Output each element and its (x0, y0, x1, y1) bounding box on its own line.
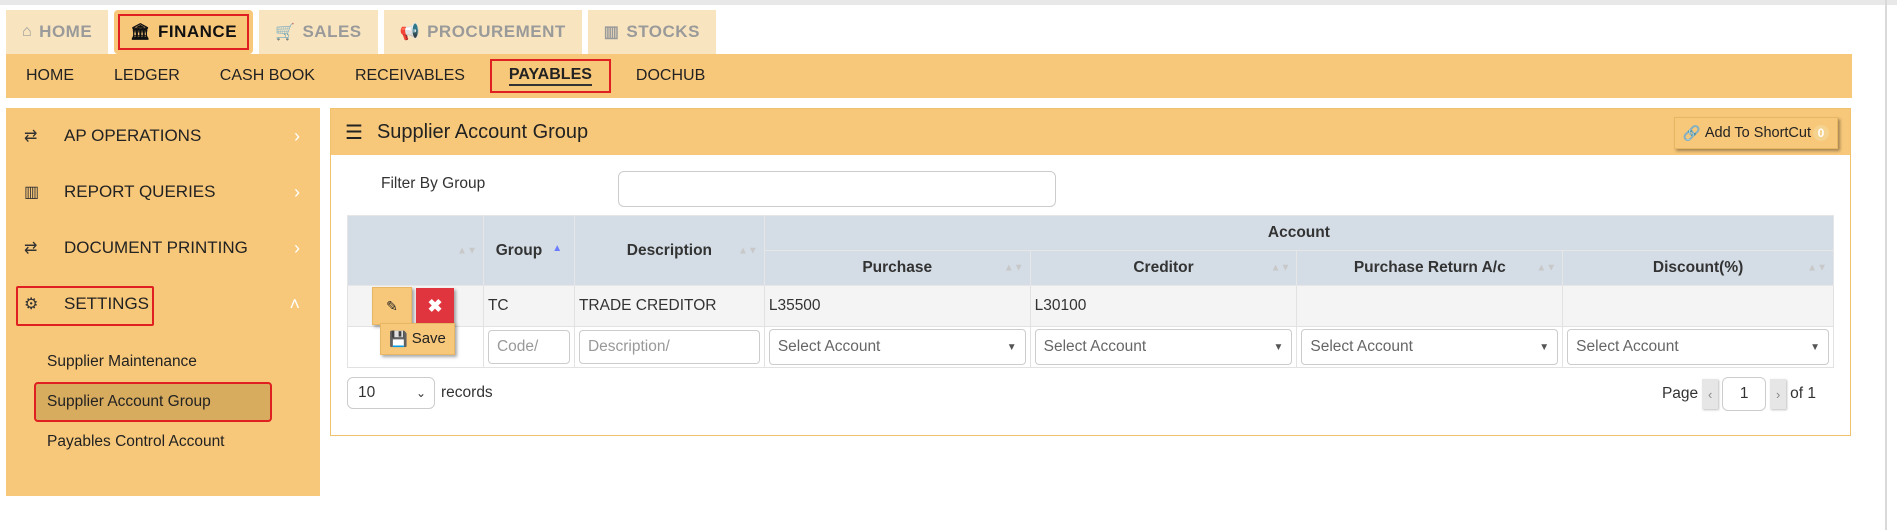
sort-icon: ▲▼ (1003, 262, 1024, 274)
bullhorn-icon: 📢 (399, 24, 421, 41)
actions-header: ▲▼ (347, 215, 484, 286)
sidebar-item-report-queries[interactable]: ▥ REPORT QUERIES › (6, 164, 320, 220)
discount-account-select[interactable]: Select Account ▼ (1567, 329, 1829, 365)
pagination: Page ‹ 1 › of 1 (1662, 377, 1816, 411)
bar-chart-icon: ▥ (24, 184, 40, 201)
next-page-button[interactable]: › (1770, 379, 1787, 409)
sidebar-item-document-printing[interactable]: ⇄ DOCUMENT PRINTING › (6, 220, 320, 276)
save-button[interactable]: 💾 Save (380, 322, 455, 355)
account-group-table: ▲▼ Group ▲ Description ▲▼ Account Purchase… (347, 215, 1835, 368)
subnav-payables[interactable]: PAYABLES (485, 54, 616, 98)
save-icon: 💾 (389, 330, 408, 348)
main-tabs: ⌂ HOME 🏛 FINANCE 🛒 SALES 📢 PROCUREMENT ▥ STOC… (6, 10, 722, 54)
link-icon: 🔗 (1682, 125, 1701, 142)
sort-icon: ▲▼ (1270, 262, 1291, 274)
edit-button[interactable]: ✎ (372, 287, 412, 325)
cell-description: TRADE CREDITOR (573, 285, 765, 327)
chevron-up-icon: ˄ (289, 293, 300, 314)
shortcut-count-badge: 0 (1813, 125, 1829, 141)
sort-icon: ▲▼ (457, 245, 477, 256)
sidebar: ⇄ AP OPERATIONS › ▥ REPORT QUERIES › ⇄ D… (6, 108, 320, 496)
exchange-icon: ⇄ (24, 128, 38, 145)
sort-icon: ▲▼ (1807, 262, 1827, 274)
creditor-header[interactable]: Creditor ▲▼ (1029, 250, 1298, 286)
purchase-account-select[interactable]: Select Account ▼ (768, 329, 1026, 365)
table-row: ✎ ✖ TC TRADE CREDITOR L35500 L30100 (347, 285, 1834, 327)
discount-header[interactable]: Discount(%) ▲▼ (1562, 250, 1834, 286)
exchange-icon: ⇄ (24, 240, 38, 257)
records-select[interactable]: 10 ⌄ (347, 377, 435, 409)
sidebar-sub-payables-control-account[interactable]: Payables Control Account (6, 422, 320, 462)
subnav-ledger[interactable]: LEDGER (94, 54, 200, 98)
description-input[interactable]: Description/ (578, 330, 760, 364)
purchase-return-header[interactable]: Purchase Return A/c ▲▼ (1296, 250, 1564, 286)
window-edge (1885, 0, 1887, 530)
home-icon: ⌂ (22, 23, 33, 40)
sidebar-sub-supplier-account-group[interactable]: Supplier Account Group (34, 382, 272, 422)
close-icon: ✖ (427, 295, 443, 316)
creditor-account-select[interactable]: Select Account ▼ (1034, 329, 1293, 365)
filter-label: Filter By Group (381, 175, 486, 192)
sort-icon: ▲▼ (738, 245, 758, 256)
bank-icon: 🏛 (130, 24, 151, 41)
chevron-right-icon: › (294, 181, 300, 202)
panel-header: ☰ Supplier Account Group 🔗 Add To ShortC… (331, 109, 1850, 155)
cell-purchase-return (1296, 285, 1564, 327)
purchase-header[interactable]: Purchase ▲▼ (763, 250, 1031, 286)
filter-group-input[interactable] (618, 171, 1056, 207)
subnav-dochub[interactable]: DOCHUB (616, 54, 725, 98)
cell-group: TC (482, 285, 575, 327)
group-header[interactable]: Group ▲ (482, 215, 575, 286)
tab-stocks[interactable]: ▥ STOCKS (587, 10, 716, 54)
top-strip (0, 0, 1897, 5)
tab-procurement[interactable]: 📢 PROCUREMENT (383, 10, 582, 54)
page-input[interactable]: 1 (1722, 377, 1767, 411)
tab-home[interactable]: ⌂ HOME (6, 10, 109, 54)
description-header[interactable]: Description ▲▼ (573, 215, 765, 286)
cart-icon: 🛒 (275, 24, 296, 41)
prev-page-button[interactable]: ‹ (1702, 379, 1719, 409)
chevron-right-icon: › (294, 237, 300, 258)
caret-down-icon: ▼ (1539, 341, 1550, 353)
main-panel: ☰ Supplier Account Group 🔗 Add To ShortC… (330, 108, 1851, 436)
delete-button[interactable]: ✖ (416, 288, 454, 324)
cell-discount (1562, 285, 1834, 327)
caret-down-icon: ▼ (1006, 341, 1017, 353)
chevron-down-icon: ⌄ (415, 386, 426, 400)
subnav-cash-book[interactable]: CASH BOOK (200, 54, 335, 98)
tab-sales[interactable]: 🛒 SALES (259, 10, 378, 54)
cell-creditor: L30100 (1029, 285, 1298, 327)
new-entry-row: 💾 Save Code/ Description/ Select Account ▼… (347, 322, 1834, 368)
settings-highlight (14, 284, 156, 328)
row-actions: ✎ ✖ (347, 285, 484, 327)
sort-asc-icon: ▲ (552, 242, 563, 254)
caret-down-icon: ▼ (1810, 341, 1820, 353)
bar-chart-icon: ▥ (603, 24, 620, 41)
code-input[interactable]: Code/ (487, 330, 570, 364)
add-to-shortcut-button[interactable]: 🔗 Add To ShortCut 0 (1673, 117, 1838, 149)
subnav-home[interactable]: HOME (6, 54, 94, 98)
subnav-receivables[interactable]: RECEIVABLES (335, 54, 485, 98)
chevron-right-icon: › (294, 125, 300, 146)
account-header: Account (763, 215, 1835, 251)
purchase-return-account-select[interactable]: Select Account ▼ (1301, 329, 1559, 365)
sidebar-sub-supplier-maintenance[interactable]: Supplier Maintenance (6, 342, 320, 382)
edit-icon: ✎ (386, 297, 398, 314)
tab-finance[interactable]: 🏛 FINANCE (114, 10, 254, 54)
records-per-page: 10 ⌄ records (347, 377, 493, 409)
page-title: Supplier Account Group (376, 120, 589, 143)
sidebar-item-ap-operations[interactable]: ⇄ AP OPERATIONS › (6, 108, 320, 164)
sort-icon: ▲▼ (1536, 262, 1557, 274)
hamburger-icon[interactable]: ☰ (345, 120, 363, 145)
cell-purchase: L35500 (763, 285, 1031, 327)
new-row-actions: 💾 Save (347, 322, 484, 368)
caret-down-icon: ▼ (1273, 341, 1284, 353)
sub-nav: HOME LEDGER CASH BOOK RECEIVABLES PAYABL… (6, 54, 1852, 98)
